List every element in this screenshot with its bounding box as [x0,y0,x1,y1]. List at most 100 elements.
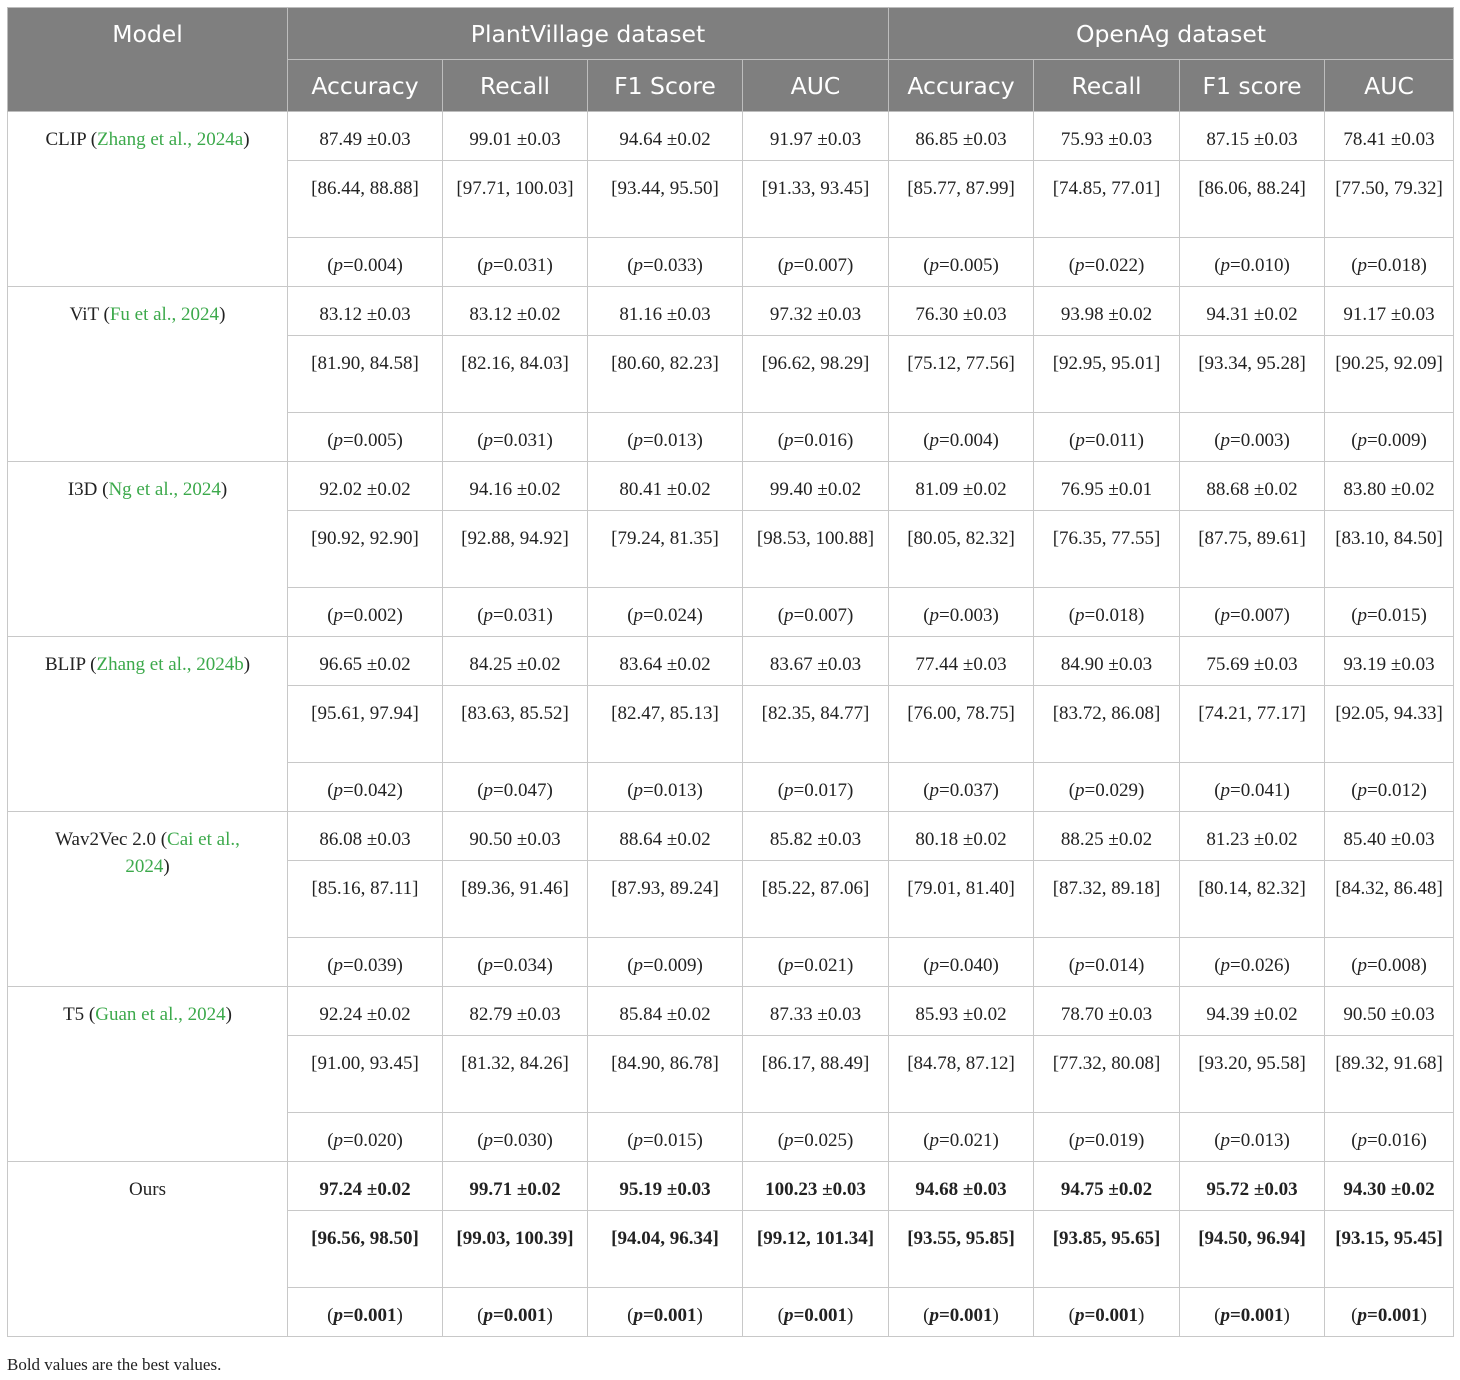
p-value: 0.025 [804,1130,847,1151]
citation-link[interactable]: Zhang et al., 2024b [97,654,244,675]
p-equals: = [343,955,354,976]
p-symbol: p [483,255,494,276]
citation-link[interactable]: Fu et al., 2024 [110,304,219,325]
p-value: 0.018 [1377,255,1421,276]
mean-value-cell: 95.72 ±0.03 [1179,1161,1326,1211]
mean-value-cell: 75.93 ±0.03 [1033,111,1181,161]
p-close-paren: ) [696,955,703,976]
confidence-interval-cell: [82.35, 84.77] [741,685,890,763]
p-equals: = [1230,1130,1241,1151]
confidence-interval-cell: [96.62, 98.29] [741,335,890,413]
header-dataset-openag: OpenAg dataset [888,7,1455,60]
p-value-cell: (p=0.001) [1033,1287,1181,1337]
p-close-paren: ) [696,430,703,451]
p-equals: = [793,780,805,801]
p-value-cell: (p=0.005) [888,237,1035,287]
confidence-interval-cell: [83.63, 85.52] [442,685,588,763]
p-symbol: p [633,430,644,451]
p-value: 0.015 [653,1130,697,1151]
mean-value-cell: 94.68 ±0.03 [888,1161,1035,1211]
p-value: 0.015 [1377,605,1421,626]
p-close-paren: ) [1420,255,1427,276]
p-value-cell: (p=0.018) [1324,237,1455,287]
citation-link[interactable]: Zhang et al., 2024a [97,129,243,150]
p-equals: = [1084,255,1096,276]
table-row: Ours 97.24 ±0.02 99.71 ±0.02 95.19 ±0.03 100… [7,1161,1455,1337]
p-value-cell: (p=0.004) [888,412,1035,462]
citation-link[interactable]: Guan et al., 2024 [95,1004,225,1025]
mean-value-cell: 78.70 ±0.03 [1033,986,1181,1036]
p-close-paren: ) [696,255,703,276]
mean-value-cell: 81.23 ±0.02 [1179,811,1326,861]
p-value: 0.021 [804,955,847,976]
model-name-cell: BLIP (Zhang et al., 2024b) [7,636,288,812]
p-value: 0.013 [653,430,697,451]
p-close-paren: ) [396,430,403,451]
mean-value-cell: 91.17 ±0.03 [1324,286,1455,336]
p-equals: = [793,605,805,626]
confidence-interval-cell: [87.32, 89.18] [1033,860,1181,938]
confidence-interval-cell: [79.24, 81.35] [587,510,743,588]
p-equals: = [643,955,654,976]
p-equals: = [343,430,354,451]
mean-value-cell: 81.09 ±0.02 [888,461,1035,511]
p-value-cell: (p=0.015) [1324,587,1455,637]
p-symbol: p [483,605,494,626]
p-equals: = [493,1130,504,1151]
mean-value-cell: 100.23 ±0.03 [741,1161,890,1211]
p-symbol: p [633,1130,644,1151]
p-equals: = [1084,1130,1096,1151]
mean-value-cell: 83.64 ±0.02 [587,636,743,686]
mean-value-cell: 76.95 ±0.01 [1033,461,1181,511]
p-value: 0.010 [1240,255,1284,276]
p-symbol: p [1075,605,1085,626]
p-close-paren: ) [396,955,403,976]
p-value: 0.016 [1377,1130,1421,1151]
p-value: 0.039 [353,955,397,976]
mean-value-cell: 94.75 ±0.02 [1033,1161,1181,1211]
p-value: 0.022 [1095,255,1138,276]
p-symbol: p [1220,1130,1231,1151]
p-close-paren: ) [846,255,854,276]
p-equals: = [493,430,504,451]
p-value: 0.009 [1377,430,1421,451]
confidence-interval-cell: [83.72, 86.08] [1033,685,1181,763]
mean-value-cell: 80.41 ±0.02 [587,461,743,511]
mean-value-cell: 91.97 ±0.03 [741,111,890,161]
p-value: 0.033 [653,255,697,276]
p-value-cell: (p=0.025) [741,1112,890,1162]
header-metric: F1 Score [587,59,743,112]
p-symbol: p [483,1305,493,1326]
p-value: 0.001 [949,1305,993,1326]
p-close-paren: ) [1137,430,1144,451]
confidence-interval-cell: [83.10, 84.50] [1324,510,1455,588]
p-value-cell: (p=0.029) [1033,762,1181,812]
p-symbol: p [333,955,344,976]
citation-link[interactable]: Ng et al., 2024 [108,479,220,500]
p-symbol: p [1357,430,1368,451]
p-value-cell: (p=0.026) [1179,937,1326,987]
p-value: 0.009 [653,955,697,976]
table-row: CLIP (Zhang et al., 2024a) 87.49 ±0.03 99.… [7,111,1455,287]
p-close-paren: ) [1420,780,1427,801]
confidence-interval-cell: [96.56, 98.50] [287,1210,443,1288]
p-value: 0.031 [503,605,547,626]
mean-value-cell: 84.90 ±0.03 [1033,636,1181,686]
p-value-cell: (p=0.001) [1324,1287,1455,1337]
p-value: 0.013 [1240,1130,1284,1151]
p-value: 0.003 [949,605,993,626]
p-equals: = [1084,1305,1096,1326]
p-close-paren: ) [1283,1130,1290,1151]
p-symbol: p [784,955,794,976]
p-symbol: p [483,1130,494,1151]
p-value-cell: (p=0.007) [741,587,890,637]
p-value-cell: (p=0.021) [741,937,890,987]
model-name-suffix: ) [163,856,170,877]
p-close-paren: ) [1138,780,1145,801]
p-value-cell: (p=0.039) [287,937,443,987]
p-symbol: p [929,605,940,626]
p-value-cell: (p=0.018) [1033,587,1181,637]
p-value: 0.007 [804,255,847,276]
confidence-interval-cell: [93.55, 95.85] [888,1210,1035,1288]
model-name-cell: Wav2Vec 2.0 (Cai et al., 2024) [7,811,288,987]
